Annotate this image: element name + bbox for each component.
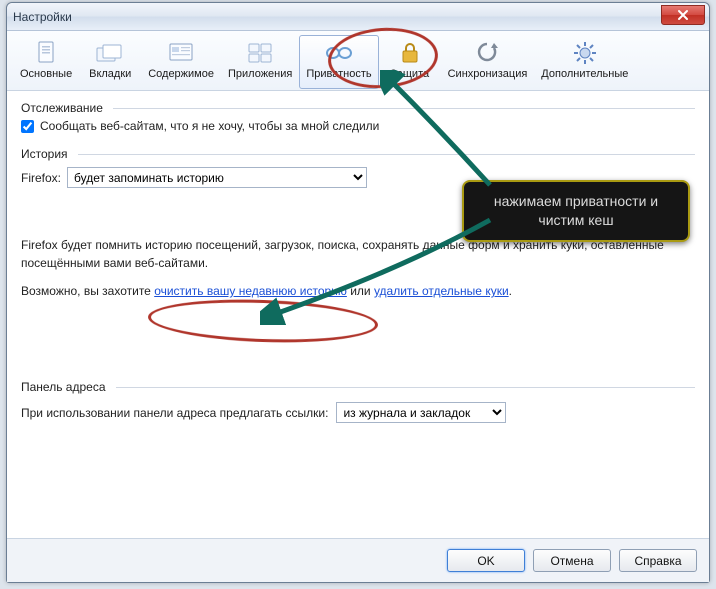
tab-label: Вкладки [89, 68, 131, 80]
help-button[interactable]: Справка [619, 549, 697, 572]
sync-icon [471, 38, 503, 68]
tab-label: Приложения [228, 68, 292, 80]
tab-sync[interactable]: Синхронизация [441, 35, 535, 89]
tab-label: Защита [390, 68, 429, 80]
tab-label: Дополнительные [541, 68, 628, 80]
history-section-header: История [21, 147, 695, 161]
separator-line [116, 387, 696, 388]
history-label: История [21, 147, 68, 161]
close-button[interactable] [661, 5, 705, 25]
close-icon [677, 9, 689, 21]
tab-privacy[interactable]: Приватность [299, 35, 378, 89]
tab-general[interactable]: Основные [13, 35, 79, 89]
gear-icon [569, 38, 601, 68]
history-mode-select[interactable]: будет запоминать историю [67, 167, 367, 188]
tracking-section-header: Отслеживание [21, 101, 695, 115]
delete-cookies-link[interactable]: удалить отдельные куки [374, 284, 509, 298]
history-dropdown-prefix: Firefox: [21, 171, 61, 185]
separator-line [113, 108, 695, 109]
privacy-icon [323, 38, 355, 68]
annotation-callout: нажимаем приватности и чистим кеш [462, 180, 690, 242]
tab-label: Основные [20, 68, 72, 80]
address-suggest-prefix: При использовании панели адреса предлага… [21, 406, 328, 420]
apps-icon [244, 38, 276, 68]
do-not-track-label: Сообщать веб-сайтам, что я не хочу, чтоб… [40, 119, 379, 133]
tab-security[interactable]: Защита [379, 35, 441, 89]
settings-window: Настройки Основные Вкладки Содержимое [6, 2, 710, 583]
toolbar: Основные Вкладки Содержимое Приложения П… [7, 31, 709, 91]
window-title: Настройки [13, 10, 72, 24]
separator-line [78, 154, 695, 155]
tab-label: Содержимое [148, 68, 214, 80]
titlebar: Настройки [7, 3, 709, 31]
clear-history-link[interactable]: очистить вашу недавнюю историю [154, 284, 347, 298]
annotation-text: нажимаем приватности и чистим кеш [494, 193, 658, 228]
address-panel-label: Панель адреса [21, 380, 106, 394]
tabs-icon [94, 38, 126, 68]
general-icon [30, 38, 62, 68]
tab-label: Синхронизация [448, 68, 528, 80]
history-period: . [509, 284, 512, 298]
history-or: или [347, 284, 374, 298]
address-suggest-select[interactable]: из журнала и закладок [336, 402, 506, 423]
tab-label: Приватность [306, 68, 371, 80]
lock-icon [394, 38, 426, 68]
do-not-track-checkbox[interactable] [21, 120, 34, 133]
ok-button[interactable]: OK [447, 549, 525, 572]
history-description: Firefox будет помнить историю посещений,… [21, 236, 695, 300]
content-icon [165, 38, 197, 68]
content-area: Отслеживание Сообщать веб-сайтам, что я … [7, 91, 709, 433]
cancel-button[interactable]: Отмена [533, 549, 611, 572]
tab-tabs[interactable]: Вкладки [79, 35, 141, 89]
tracking-label: Отслеживание [21, 101, 103, 115]
tab-content[interactable]: Содержимое [141, 35, 221, 89]
footer: OK Отмена Справка [7, 538, 709, 582]
address-panel-header: Панель адреса [21, 380, 695, 394]
history-maybe-prefix: Возможно, вы захотите [21, 284, 154, 298]
tab-advanced[interactable]: Дополнительные [534, 35, 635, 89]
tab-applications[interactable]: Приложения [221, 35, 299, 89]
